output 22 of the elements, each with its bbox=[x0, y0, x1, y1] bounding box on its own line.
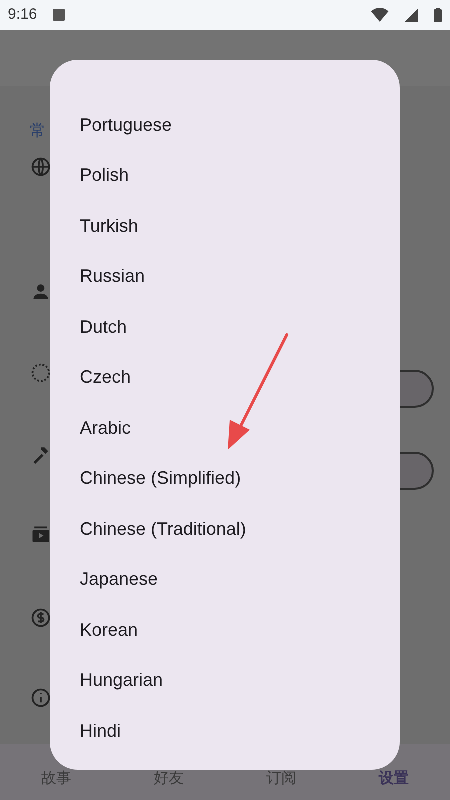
wifi-icon bbox=[371, 8, 389, 22]
language-option[interactable]: Chinese (Simplified) bbox=[50, 454, 400, 504]
language-option[interactable]: Arabic bbox=[50, 403, 400, 454]
language-option[interactable]: Korean bbox=[50, 605, 400, 656]
language-option[interactable]: Portuguese bbox=[50, 100, 400, 150]
language-option[interactable]: Dutch bbox=[50, 302, 400, 352]
language-option[interactable]: Turkish bbox=[50, 201, 400, 252]
battery-icon bbox=[434, 8, 442, 22]
notification-icon bbox=[53, 9, 66, 21]
language-option[interactable]: Polish bbox=[50, 150, 400, 201]
signal-icon bbox=[405, 8, 418, 22]
section-header: 常 bbox=[30, 122, 46, 142]
dotted-circle-icon bbox=[30, 362, 52, 384]
dollar-icon bbox=[30, 607, 52, 629]
status-time: 9:16 bbox=[8, 4, 38, 25]
language-option[interactable]: Czech bbox=[50, 352, 400, 403]
globe-icon bbox=[30, 156, 52, 178]
info-icon bbox=[30, 687, 52, 709]
language-option[interactable]: Hungarian bbox=[50, 656, 400, 706]
language-option[interactable]: Japanese bbox=[50, 554, 400, 605]
language-option[interactable]: Chinese (Traditional) bbox=[50, 504, 400, 554]
language-option[interactable]: Russian bbox=[50, 252, 400, 302]
